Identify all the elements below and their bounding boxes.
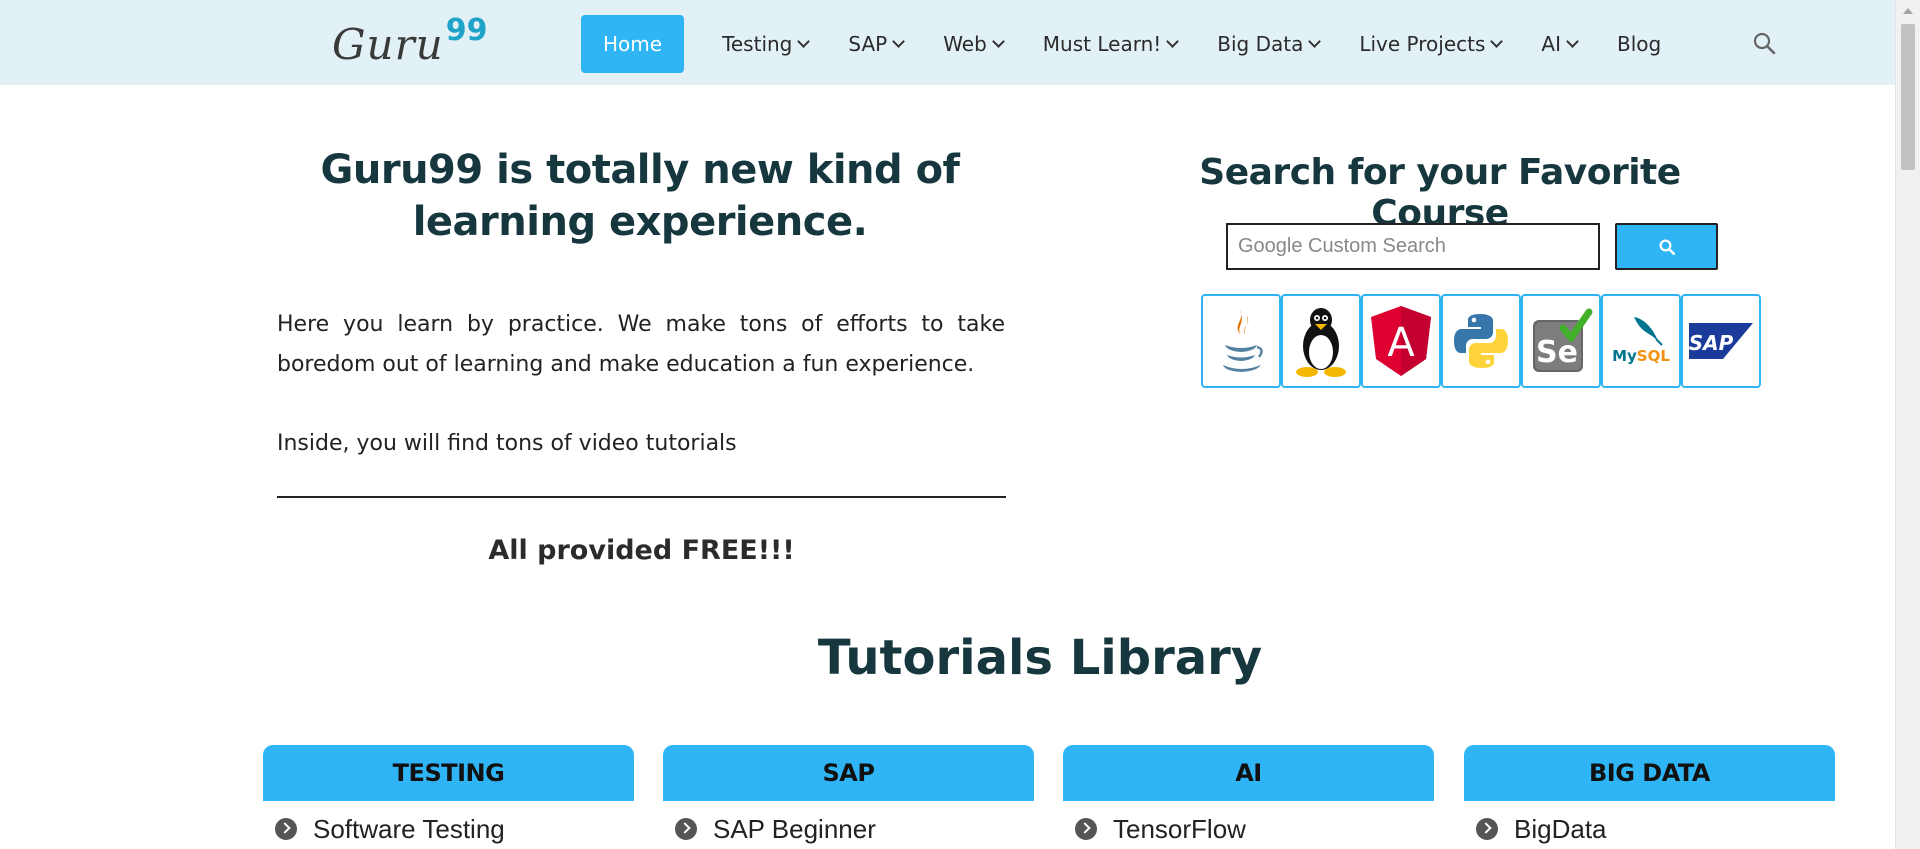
- angular-icon: A: [1371, 306, 1431, 376]
- nav-blog[interactable]: Blog: [1597, 15, 1681, 73]
- tile-mysql[interactable]: MySQL: [1601, 294, 1681, 388]
- chevron-right-icon: [675, 818, 697, 840]
- free-banner: All provided FREE!!!: [488, 535, 795, 566]
- nav-label: Big Data: [1217, 32, 1304, 56]
- search-icon: [1659, 239, 1675, 255]
- divider: [277, 496, 1006, 498]
- chevron-right-icon: [1476, 818, 1498, 840]
- nav-home[interactable]: Home: [581, 15, 685, 73]
- nav-ai[interactable]: AI: [1521, 15, 1597, 73]
- scroll-thumb[interactable]: [1901, 24, 1915, 170]
- svg-text:MySQL: MySQL: [1612, 347, 1670, 365]
- linux-icon: [1296, 308, 1346, 377]
- hero-paragraph: Here you learn by practice. We make tons…: [277, 312, 1005, 377]
- tutorials-library-title: Tutorials Library: [817, 630, 1263, 686]
- mysql-icon: MySQL: [1612, 317, 1670, 365]
- nav-label: Must Learn!: [1042, 32, 1162, 56]
- chevron-down-icon: [1566, 34, 1579, 48]
- category-ai: AI TensorFlow: [1063, 745, 1434, 849]
- scroll-up-arrow-icon[interactable]: [1903, 8, 1913, 14]
- category-testing: TESTING Software Testing: [263, 745, 634, 849]
- sap-icon: SAP: [1689, 323, 1753, 359]
- nav-label: Blog: [1617, 32, 1662, 56]
- python-icon: [1454, 314, 1508, 368]
- guru99-logo[interactable]: Guru 99: [332, 16, 487, 69]
- category-big-data: BIG DATA BigData: [1464, 745, 1835, 849]
- chevron-down-icon: [1308, 34, 1322, 48]
- nav-label: Home: [603, 32, 663, 56]
- chevron-down-icon: [892, 34, 906, 48]
- chevron-down-icon: [797, 34, 811, 48]
- java-icon: [1223, 309, 1263, 372]
- tile-linux[interactable]: [1281, 294, 1361, 388]
- tile-python[interactable]: [1441, 294, 1521, 388]
- chevron-down-icon: [1490, 34, 1504, 48]
- nav-label: Testing: [722, 32, 793, 56]
- logo-number: 99: [445, 13, 488, 48]
- tutorial-link: Software Testing: [313, 813, 505, 844]
- list-item[interactable]: BigData: [1464, 801, 1835, 849]
- nav-label: Live Projects: [1359, 32, 1486, 56]
- category-header[interactable]: BIG DATA: [1464, 745, 1835, 801]
- course-search-input[interactable]: [1226, 223, 1600, 270]
- svg-text:SAP: SAP: [1689, 331, 1734, 355]
- category-sap: SAP SAP Beginner: [663, 745, 1034, 849]
- nav-big-data[interactable]: Big Data: [1197, 15, 1339, 73]
- main-nav: Home Testing SAP Web Must Learn! Big Dat…: [581, 15, 1681, 73]
- selenium-icon: Se: [1533, 308, 1593, 372]
- nav-must-learn[interactable]: Must Learn!: [1023, 15, 1197, 73]
- nav-testing[interactable]: Testing: [702, 15, 828, 73]
- chevron-right-icon: [1075, 818, 1097, 840]
- tile-java[interactable]: [1201, 294, 1281, 388]
- list-item[interactable]: Software Testing: [263, 801, 634, 849]
- chevron-down-icon: [1166, 34, 1180, 48]
- tutorial-link: TensorFlow: [1113, 813, 1246, 844]
- logo-text: Guru: [332, 20, 444, 69]
- list-item[interactable]: SAP Beginner: [663, 801, 1034, 849]
- category-header[interactable]: SAP: [663, 745, 1034, 801]
- chevron-right-icon: [275, 818, 297, 840]
- tutorial-link: SAP Beginner: [713, 813, 876, 844]
- chevron-down-icon: [991, 34, 1005, 48]
- nav-web[interactable]: Web: [923, 15, 1023, 73]
- search-title: Search for your Favorite Course: [1199, 152, 1681, 234]
- tile-angular[interactable]: A: [1361, 294, 1441, 388]
- nav-sap[interactable]: SAP: [828, 15, 923, 73]
- nav-label: SAP: [848, 32, 888, 56]
- course-tiles: A Se MySQL SAP: [1201, 294, 1761, 388]
- tile-selenium[interactable]: Se: [1521, 294, 1601, 388]
- category-header[interactable]: TESTING: [263, 745, 634, 801]
- nav-label: AI: [1541, 32, 1561, 56]
- category-header[interactable]: AI: [1063, 745, 1434, 801]
- search-icon[interactable]: [1752, 31, 1776, 55]
- hero-paragraph-video: Inside, you will find tons of video tuto…: [277, 431, 737, 456]
- nav-live-projects[interactable]: Live Projects: [1339, 15, 1521, 73]
- tutorial-link: BigData: [1514, 813, 1607, 844]
- nav-label: Web: [943, 32, 987, 56]
- svg-text:A: A: [1387, 320, 1415, 366]
- hero-title: Guru99 is totally new kind of learning e…: [320, 147, 960, 245]
- page-scrollbar[interactable]: [1895, 0, 1920, 849]
- tile-sap[interactable]: SAP: [1681, 294, 1761, 388]
- search-button[interactable]: [1615, 223, 1718, 270]
- list-item[interactable]: TensorFlow: [1063, 801, 1434, 849]
- top-navigation-bar: Guru 99 Home Testing SAP Web Must Learn!…: [0, 0, 1895, 85]
